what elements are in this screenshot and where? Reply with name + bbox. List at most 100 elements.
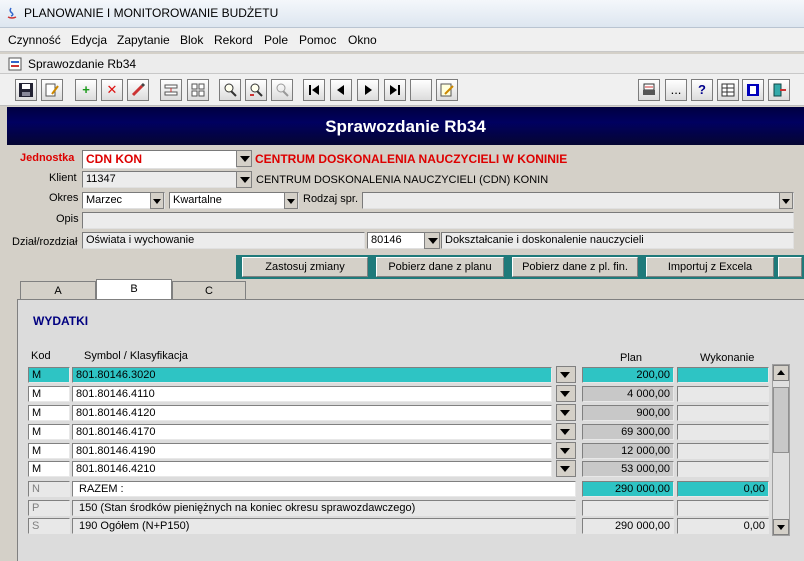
row-plan[interactable]: 4 000,00: [582, 386, 674, 402]
next-record-icon[interactable]: [357, 79, 379, 101]
delete-icon[interactable]: ✕: [101, 79, 123, 101]
list-icon[interactable]: [742, 79, 764, 101]
rozdzial-code-field[interactable]: 80146: [367, 232, 425, 249]
row-kod[interactable]: M: [28, 424, 70, 440]
klient-code-field[interactable]: 11347: [82, 171, 237, 188]
find-next-icon[interactable]: [245, 79, 267, 101]
okres-label: Okres: [49, 192, 79, 204]
prev-record-icon[interactable]: [330, 79, 352, 101]
print-icon[interactable]: [638, 79, 660, 101]
row-plan[interactable]: 53 000,00: [582, 461, 674, 477]
import-excel-button[interactable]: Importuj z Excela: [646, 257, 774, 277]
row-symbol-dropdown[interactable]: [556, 404, 576, 421]
menu-zapytanie[interactable]: Zapytanie: [117, 33, 170, 47]
row-symbol[interactable]: 801.80146.4190: [72, 443, 552, 459]
more-icon[interactable]: ...: [665, 79, 687, 101]
jednostka-label: Jednostka: [20, 152, 75, 164]
klient-dropdown-button[interactable]: [236, 171, 252, 188]
java-app-icon: [7, 7, 17, 19]
rodzaj-label: Rodzaj spr.: [303, 193, 359, 205]
row-symbol-dropdown[interactable]: [556, 442, 576, 459]
menu-edycja[interactable]: Edycja: [71, 33, 107, 47]
scroll-thumb[interactable]: [773, 387, 789, 453]
split-icon[interactable]: [160, 79, 182, 101]
row-wykonanie[interactable]: [677, 424, 769, 440]
row-plan[interactable]: 200,00: [582, 367, 674, 383]
note-icon[interactable]: [436, 79, 458, 101]
row-plan[interactable]: 12 000,00: [582, 443, 674, 459]
rodzaj-select[interactable]: [362, 192, 794, 209]
okres-period-select[interactable]: Kwartalne: [169, 192, 299, 209]
save-icon[interactable]: [15, 79, 37, 101]
form-icon: [8, 57, 22, 71]
column-kod: Kod: [31, 350, 51, 362]
menu-pomoc[interactable]: Pomoc: [299, 33, 336, 47]
tab-c[interactable]: C: [172, 281, 246, 300]
dzial-field[interactable]: Oświata i wychowanie: [82, 232, 365, 249]
row-symbol[interactable]: 801.80146.4210: [72, 461, 552, 477]
summary-wykonanie: [677, 500, 769, 516]
blank-icon[interactable]: [410, 79, 432, 101]
menu-czynnosc[interactable]: Czynność: [8, 33, 61, 47]
find-disabled-icon[interactable]: [271, 79, 293, 101]
okres-period-dropdown-button[interactable]: [284, 192, 298, 209]
tab-b[interactable]: B: [96, 279, 172, 300]
row-symbol-dropdown[interactable]: [556, 366, 576, 383]
scroll-down-button[interactable]: [773, 519, 789, 535]
row-symbol-dropdown[interactable]: [556, 460, 576, 477]
row-symbol[interactable]: 801.80146.4170: [72, 424, 552, 440]
menu-blok[interactable]: Blok: [180, 33, 203, 47]
row-kod[interactable]: M: [28, 386, 70, 402]
row-symbol[interactable]: 801.80146.3020: [72, 367, 552, 383]
summary-wykonanie: 0,00: [677, 518, 769, 534]
klient-label: Klient: [49, 172, 77, 184]
exit-icon[interactable]: [768, 79, 790, 101]
extra-action-button[interactable]: [778, 257, 802, 277]
jednostka-dropdown-button[interactable]: [236, 150, 252, 167]
menu-okno[interactable]: Okno: [348, 33, 377, 47]
summary-plan: 290 000,00: [582, 518, 674, 534]
row-kod[interactable]: M: [28, 443, 70, 459]
window-title: PLANOWANIE I MONITOROWANIE BUDŻETU: [24, 6, 279, 20]
apply-changes-button[interactable]: Zastosuj zmiany: [242, 257, 368, 277]
last-record-icon[interactable]: [384, 79, 406, 101]
column-wykonanie: Wykonanie: [700, 352, 755, 364]
rodzaj-dropdown-button[interactable]: [779, 192, 793, 209]
row-wykonanie[interactable]: [677, 367, 769, 383]
tab-a[interactable]: A: [20, 281, 96, 300]
find-icon[interactable]: [219, 79, 241, 101]
row-wykonanie[interactable]: [677, 405, 769, 421]
menu-rekord[interactable]: Rekord: [214, 33, 253, 47]
scroll-up-button[interactable]: [773, 365, 789, 381]
row-symbol[interactable]: 801.80146.4110: [72, 386, 552, 402]
pencil-icon[interactable]: [127, 79, 149, 101]
row-symbol[interactable]: 801.80146.4120: [72, 405, 552, 421]
add-icon[interactable]: +: [75, 79, 97, 101]
row-symbol-dropdown[interactable]: [556, 385, 576, 402]
okres-month-dropdown-button[interactable]: [150, 192, 164, 209]
row-wykonanie[interactable]: [677, 461, 769, 477]
rozdzial-dropdown-button[interactable]: [424, 232, 440, 249]
get-plan-data-button[interactable]: Pobierz dane z planu: [376, 257, 504, 277]
row-wykonanie[interactable]: [677, 386, 769, 402]
summary-plan: [582, 500, 674, 516]
row-kod[interactable]: M: [28, 405, 70, 421]
opis-field[interactable]: [82, 212, 794, 229]
summary-symbol: 150 (Stan środków pieniężnych na koniec …: [72, 500, 576, 516]
row-plan[interactable]: 69 300,00: [582, 424, 674, 440]
row-plan[interactable]: 900,00: [582, 405, 674, 421]
vertical-scrollbar[interactable]: [772, 364, 790, 536]
row-wykonanie[interactable]: [677, 443, 769, 459]
edit-icon[interactable]: [41, 79, 63, 101]
table-icon[interactable]: [717, 79, 739, 101]
jednostka-code-field[interactable]: CDN KON: [82, 150, 237, 169]
grid-icon[interactable]: [187, 79, 209, 101]
first-record-icon[interactable]: [303, 79, 325, 101]
row-kod[interactable]: M: [28, 461, 70, 477]
row-kod[interactable]: M: [28, 367, 70, 383]
get-fin-plan-data-button[interactable]: Pobierz dane z pl. fin.: [512, 257, 638, 277]
row-symbol-dropdown[interactable]: [556, 423, 576, 440]
help-icon[interactable]: ?: [691, 79, 713, 101]
menu-pole[interactable]: Pole: [264, 33, 288, 47]
klient-name: CENTRUM DOSKONALENIA NAUCZYCIELI (CDN) K…: [256, 174, 549, 186]
